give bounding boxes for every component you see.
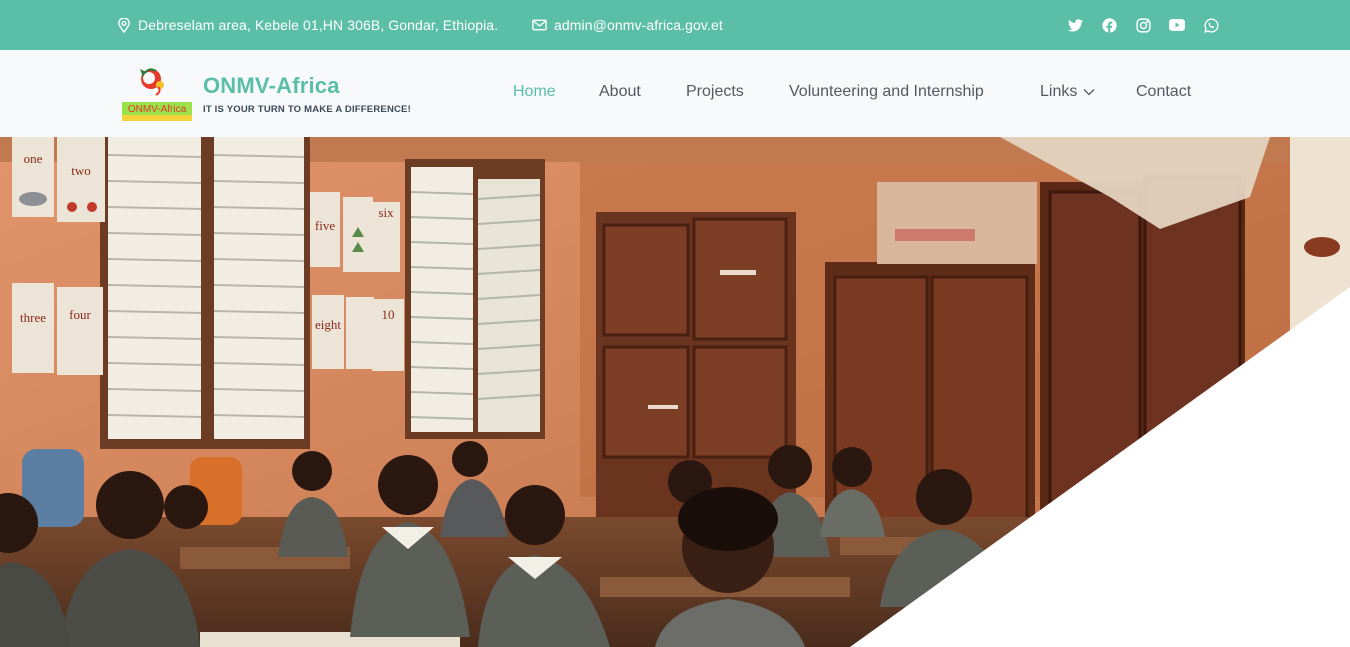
- card-five: five: [315, 218, 335, 233]
- hero-banner: one two three four five six eight 10: [0, 137, 1350, 647]
- card-four: four: [69, 307, 91, 322]
- card-two: two: [71, 163, 91, 178]
- chevron-down-icon: [1083, 88, 1095, 96]
- youtube-icon[interactable]: [1169, 17, 1185, 33]
- email-link[interactable]: admin@onmv-africa.gov.et: [554, 17, 723, 33]
- card-six: six: [378, 205, 394, 220]
- onmv-logo[interactable]: ONMV-Africa: [120, 65, 194, 123]
- nav-links-label: Links: [1040, 83, 1078, 100]
- top-contact-bar: Debreselam area, Kebele 01,HN 306B, Gond…: [0, 0, 1350, 50]
- whatsapp-icon[interactable]: [1203, 17, 1219, 33]
- nav-home[interactable]: Home: [513, 83, 556, 101]
- nav-projects[interactable]: Projects: [686, 83, 744, 101]
- email-item[interactable]: admin@onmv-africa.gov.et: [532, 0, 723, 50]
- address-text: Debreselam area, Kebele 01,HN 306B, Gond…: [138, 17, 499, 33]
- twitter-icon[interactable]: [1067, 17, 1083, 33]
- logo-wordmark: ONMV-Africa: [128, 104, 187, 115]
- envelope-icon: [532, 19, 547, 31]
- nav-volunteering[interactable]: Volunteering and Internship: [789, 83, 984, 101]
- classroom-children-photo: one two three four five six eight 10: [0, 137, 1350, 647]
- instagram-icon[interactable]: [1135, 17, 1151, 33]
- card-one: one: [24, 151, 43, 166]
- card-eight: eight: [315, 317, 341, 332]
- address-item: Debreselam area, Kebele 01,HN 306B, Gond…: [117, 0, 498, 50]
- facebook-icon[interactable]: [1101, 17, 1117, 33]
- nav-links[interactable]: Links: [1040, 83, 1095, 101]
- site-title[interactable]: ONMV-Africa: [203, 73, 340, 99]
- nav-contact[interactable]: Contact: [1136, 83, 1191, 101]
- nav-about[interactable]: About: [599, 83, 641, 101]
- card-ten: 10: [382, 307, 395, 322]
- location-pin-icon: [118, 17, 130, 33]
- card-three: three: [20, 310, 46, 325]
- site-tagline: IT IS YOUR TURN TO MAKE A DIFFERENCE!: [203, 104, 411, 115]
- social-links: [1067, 0, 1219, 50]
